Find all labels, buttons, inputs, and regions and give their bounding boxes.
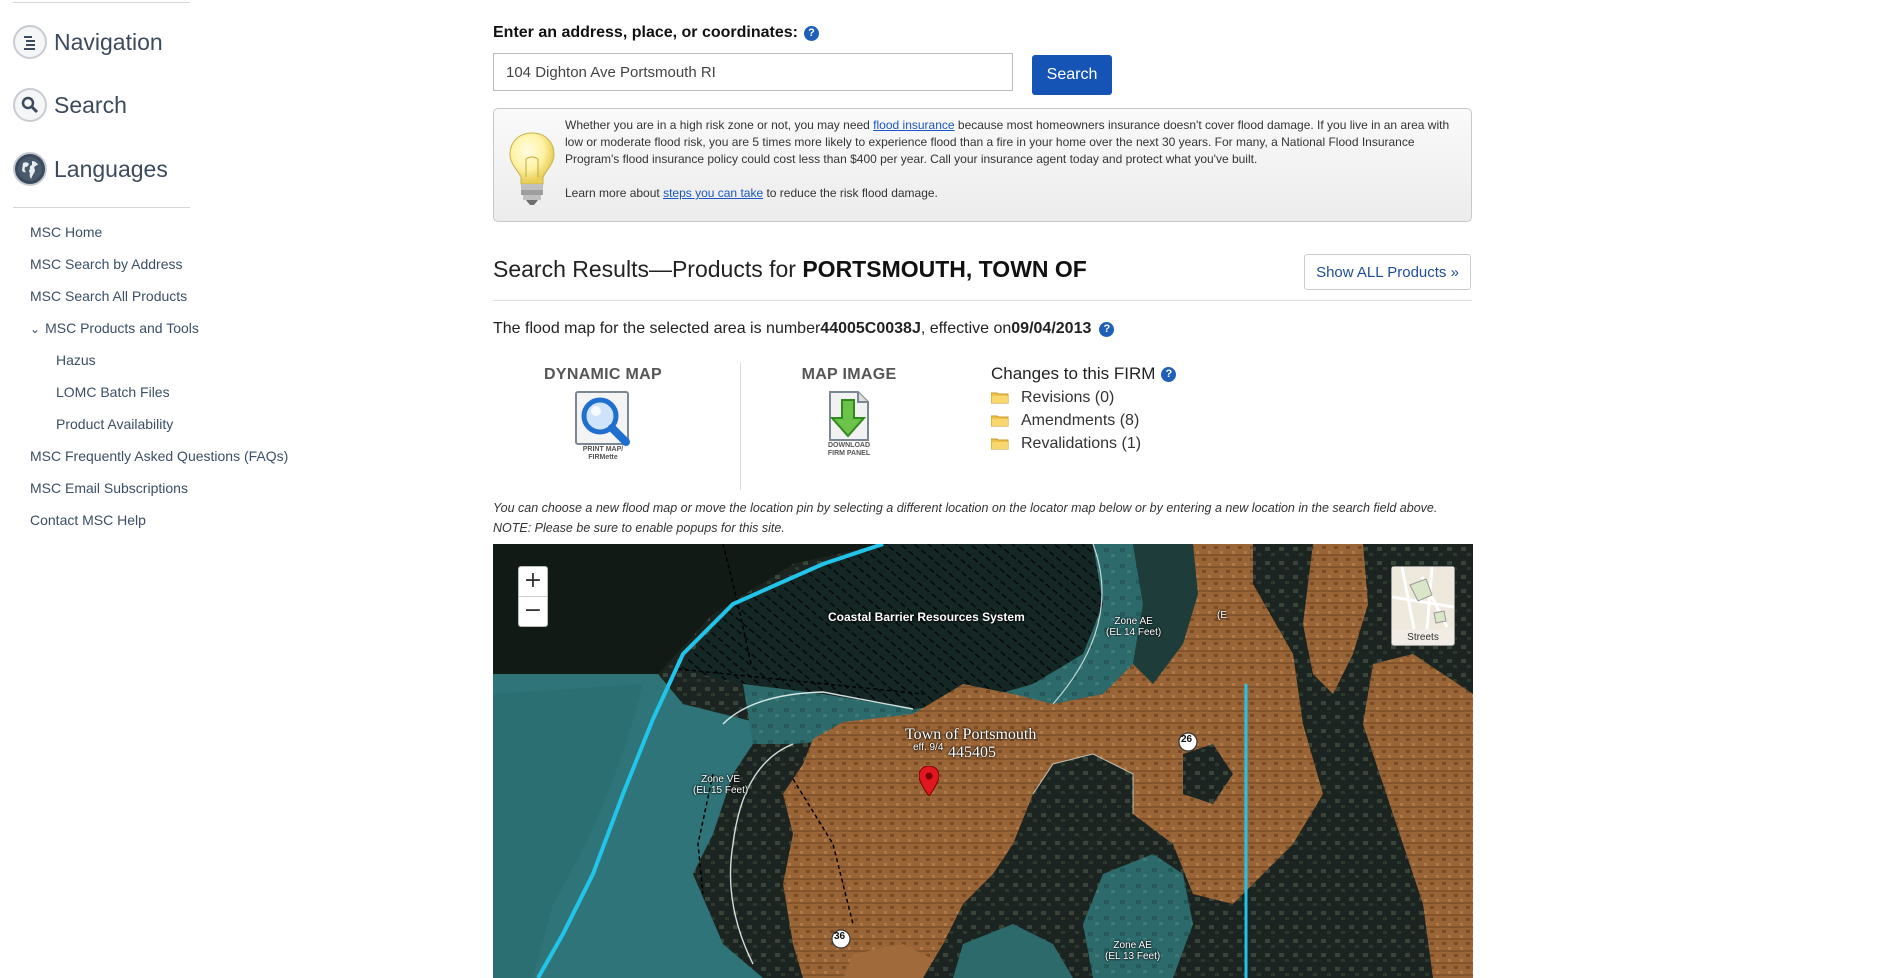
firm-revalidations[interactable]: Revalidations (1)	[991, 435, 1176, 453]
lightbulb-icon	[509, 132, 555, 205]
zone-ae-elevation: (EL 14 Feet)	[1106, 627, 1162, 638]
cbrs-label: Coastal Barrier Resources System	[828, 610, 1025, 624]
address-search-input[interactable]	[493, 53, 1013, 91]
steps-you-can-take-link[interactable]: steps you can take	[663, 186, 763, 200]
globe-icon	[13, 152, 47, 186]
flood-map-number: 44005C0038J	[820, 320, 921, 337]
sidebar-link-search-by-address[interactable]: MSC Search by Address	[30, 256, 183, 272]
sidebar-section-search[interactable]: Search	[13, 88, 127, 122]
tip-text-part: to reduce the risk flood damage.	[763, 186, 938, 200]
firm-revisions-label: Revisions (0)	[1021, 389, 1115, 406]
firm-changes-title-text: Changes to this FIRM	[991, 364, 1156, 383]
map-image-caption: DOWNLOAD	[828, 442, 870, 449]
firm-revisions[interactable]: Revisions (0)	[991, 389, 1176, 407]
zone-ae-elevation: (EL 13 Feet)	[1105, 951, 1161, 962]
flood-map-info: The flood map for the selected area is n…	[493, 320, 1115, 338]
magnifier-icon	[13, 88, 47, 122]
download-arrow-icon[interactable]	[824, 390, 874, 442]
results-place-name: PORTSMOUTH, TOWN OF	[802, 256, 1087, 282]
tip-text: Whether you are in a high risk zone or n…	[565, 117, 1455, 202]
street-map-thumbnail-icon	[1392, 567, 1454, 629]
flood-insurance-tip: Whether you are in a high risk zone or n…	[493, 108, 1472, 222]
flood-insurance-link[interactable]: flood insurance	[873, 118, 954, 132]
zone-ae-label: Zone AE (EL 14 Feet)	[1106, 616, 1161, 638]
zone-ae-name: Zone AE	[1114, 616, 1153, 627]
sidebar-link-product-availability[interactable]: Product Availability	[56, 416, 173, 432]
sidebar-section-label: Navigation	[54, 28, 163, 55]
basemap-label: Streets	[1407, 632, 1439, 643]
dynamic-map-caption: PRINT MAP/	[582, 446, 624, 453]
zoom-out-button[interactable]: −	[519, 596, 547, 626]
flood-map-text: The flood map for the selected area is n…	[493, 320, 821, 337]
sidebar-divider	[13, 207, 190, 208]
sidebar-section-label: Languages	[54, 155, 168, 182]
folder-icon	[991, 438, 1009, 450]
sidebar-section-label: Search	[54, 91, 127, 118]
sidebar-link-label: MSC Products and Tools	[45, 320, 199, 336]
chevron-down-icon: ⌄	[30, 322, 41, 336]
basemap-toggle[interactable]: Streets	[1391, 566, 1455, 646]
sidebar-link-hazus[interactable]: Hazus	[56, 352, 96, 368]
firm-amendments-label: Amendments (8)	[1021, 412, 1140, 429]
folder-icon	[991, 392, 1009, 404]
town-community-number: 445405	[948, 744, 996, 761]
sidebar-top-divider	[13, 2, 190, 3]
sidebar-link-contact[interactable]: Contact MSC Help	[30, 512, 146, 528]
search-label-text: Enter an address, place, or coordinates:	[493, 24, 798, 41]
search-label: Enter an address, place, or coordinates:…	[493, 24, 819, 42]
products-divider	[740, 362, 741, 490]
sidebar-link-lomc-batch[interactable]: LOMC Batch Files	[56, 384, 170, 400]
sidebar-link-products-and-tools[interactable]: ⌄ MSC Products and Tools	[30, 320, 199, 336]
sidebar-section-languages[interactable]: Languages	[13, 152, 168, 186]
sidebar-section-navigation[interactable]: Navigation	[13, 25, 163, 59]
dynamic-map-title: DYNAMIC MAP	[544, 366, 662, 383]
sidebar-link-faqs[interactable]: MSC Frequently Asked Questions (FAQs)	[30, 448, 288, 464]
location-pin-icon[interactable]	[919, 766, 939, 796]
help-icon[interactable]: ?	[1099, 321, 1115, 337]
sidebar-link-email-subscriptions[interactable]: MSC Email Subscriptions	[30, 480, 188, 496]
locator-map-note: You can choose a new flood map or move t…	[493, 501, 1438, 535]
zone-ve-label: Zone VE (EL 15 Feet)	[693, 774, 748, 796]
firm-changes: Changes to this FIRM ? Revisions (0) Ame…	[991, 364, 1177, 453]
show-all-products-button[interactable]: Show ALL Products »	[1304, 254, 1471, 290]
route-26-shield: 26	[1181, 734, 1193, 745]
zone-ve-elevation: (EL 15 Feet)	[693, 785, 749, 796]
firm-amendments[interactable]: Amendments (8)	[991, 412, 1176, 430]
help-icon[interactable]: ?	[1161, 366, 1177, 382]
tip-text-part: Learn more about	[565, 186, 664, 200]
results-title-prefix: Search Results—Products for	[493, 256, 803, 282]
route-36-shield: 36	[834, 931, 846, 942]
sidebar: Navigation Search Languages MSC Home MSC…	[0, 0, 300, 978]
zoom-controls: + −	[518, 566, 548, 627]
map-image-caption: FIRM PANEL	[827, 450, 871, 457]
map-image-product: MAP IMAGE DOWNLOAD FIRM PANEL	[779, 366, 919, 458]
results-divider	[493, 300, 1472, 301]
results-title: Search Results—Products for PORTSMOUTH, …	[493, 256, 1087, 283]
search-button[interactable]: Search	[1032, 55, 1112, 95]
print-map-magnifier-icon[interactable]	[572, 390, 634, 446]
dynamic-map-caption: FIRMette	[588, 454, 618, 461]
zoom-in-button[interactable]: +	[519, 567, 547, 596]
firm-revalidations-label: Revalidations (1)	[1021, 435, 1142, 452]
effective-date: 09/04/2013	[1011, 320, 1092, 337]
locator-map[interactable]: Coastal Barrier Resources System Zone AE…	[493, 544, 1473, 978]
dynamic-map-product: DYNAMIC MAP PRINT MAP/ FIRMette	[533, 366, 673, 462]
folder-icon	[991, 415, 1009, 427]
town-effective-label: eff. 9/4	[913, 742, 944, 753]
partial-zone-label: (E	[1217, 610, 1227, 621]
zone-ae-bottom-label: Zone AE (EL 13 Feet)	[1105, 940, 1160, 962]
map-image-title: MAP IMAGE	[801, 366, 897, 383]
zone-ae-name: Zone AE	[1113, 940, 1152, 951]
list-icon	[13, 25, 47, 59]
flood-map-text: , effective on	[920, 320, 1012, 337]
sidebar-link-msc-home[interactable]: MSC Home	[30, 224, 102, 240]
help-icon[interactable]: ?	[803, 25, 819, 41]
tip-text-part: Whether you are in a high risk zone or n…	[565, 118, 874, 132]
firm-changes-title: Changes to this FIRM ?	[991, 364, 1177, 384]
sidebar-link-search-all-products[interactable]: MSC Search All Products	[30, 288, 187, 304]
zone-ve-name: Zone VE	[701, 774, 741, 785]
